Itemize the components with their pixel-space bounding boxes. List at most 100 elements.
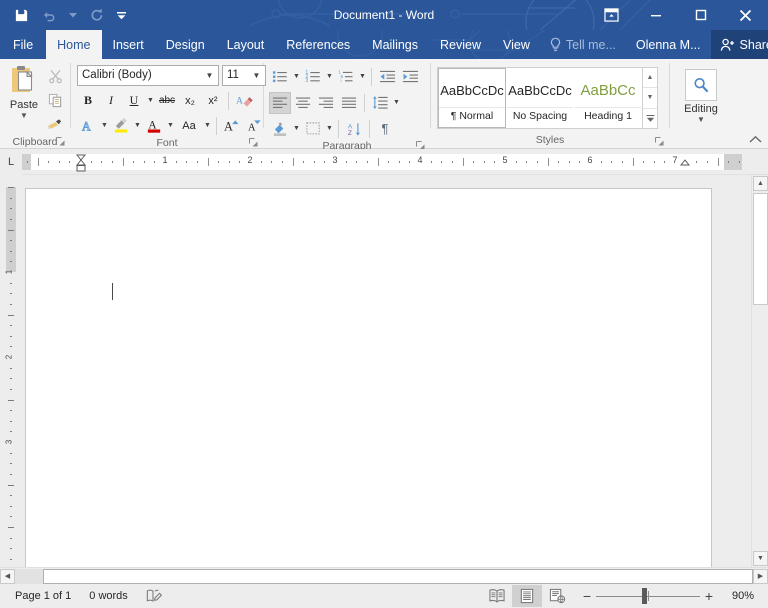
tab-home[interactable]: Home: [46, 30, 102, 59]
bullets-chevron-down-icon[interactable]: ▼: [292, 66, 301, 88]
align-right-icon[interactable]: [315, 92, 337, 114]
tab-file[interactable]: File: [0, 30, 46, 59]
view-read-mode-icon[interactable]: [482, 585, 512, 607]
horizontal-ruler[interactable]: 1 2 3 4 5 6 7: [22, 153, 742, 171]
tab-review[interactable]: Review: [429, 30, 492, 59]
save-icon[interactable]: [8, 3, 34, 27]
justify-icon[interactable]: [338, 92, 360, 114]
horizontal-scrollbar[interactable]: ◀ ▶: [0, 567, 768, 584]
font-color-icon[interactable]: A: [143, 115, 165, 137]
clear-formatting-icon[interactable]: A: [233, 90, 255, 112]
show-formatting-marks-button[interactable]: ¶: [374, 118, 396, 140]
page-indicator[interactable]: Page 1 of 1: [6, 585, 80, 607]
proofing-errors-icon[interactable]: [137, 585, 171, 607]
increase-indent-icon[interactable]: [399, 66, 421, 88]
zoom-out-button[interactable]: −: [578, 588, 596, 604]
zoom-level[interactable]: 90%: [724, 590, 762, 602]
text-effects-chevron-down-icon[interactable]: ▼: [100, 115, 109, 137]
customize-quick-access-toolbar-icon[interactable]: [112, 3, 130, 27]
styles-gallery-scroll[interactable]: ▲ ▼: [642, 68, 657, 128]
font-name-chevron-down-icon[interactable]: ▼: [203, 71, 216, 80]
tell-me-search[interactable]: Tell me...: [541, 30, 626, 59]
tab-references[interactable]: References: [275, 30, 361, 59]
collapse-ribbon-chevron-up-icon[interactable]: [749, 135, 762, 144]
document-page[interactable]: [25, 188, 712, 567]
tab-stop-selector[interactable]: L: [0, 148, 22, 175]
scroll-down-icon[interactable]: ▼: [753, 551, 768, 566]
restore-icon[interactable]: [678, 0, 723, 30]
scroll-up-icon[interactable]: ▲: [753, 176, 768, 191]
vertical-scrollbar-thumb[interactable]: [753, 193, 768, 305]
word-count[interactable]: 0 words: [80, 585, 137, 607]
styles-scroll-up-icon[interactable]: ▲: [643, 68, 657, 89]
copy-icon[interactable]: [44, 90, 66, 111]
styles-gallery[interactable]: AaBbCcDc ¶ Normal AaBbCcDc No Spacing Aa…: [437, 67, 658, 129]
underline-chevron-down-icon[interactable]: ▼: [146, 90, 155, 112]
clipboard-dialog-launcher-icon[interactable]: [56, 137, 65, 146]
bold-button[interactable]: B: [77, 90, 99, 112]
font-size-chevron-down-icon[interactable]: ▼: [250, 71, 263, 80]
sort-icon[interactable]: AZ: [343, 118, 365, 140]
superscript-button[interactable]: x²: [202, 90, 224, 112]
horizontal-scrollbar-track-left[interactable]: [15, 568, 43, 584]
text-effects-icon[interactable]: A: [77, 115, 99, 137]
document-scroll-area[interactable]: [22, 175, 751, 567]
change-case-button[interactable]: Aa: [176, 115, 202, 137]
decrease-indent-icon[interactable]: [376, 66, 398, 88]
paste-button[interactable]: Paste ▼: [4, 63, 44, 120]
tab-layout[interactable]: Layout: [216, 30, 276, 59]
styles-more-icon[interactable]: [643, 109, 657, 128]
line-spacing-chevron-down-icon[interactable]: ▼: [392, 92, 401, 114]
indent-marker-left[interactable]: [76, 154, 86, 176]
shading-chevron-down-icon[interactable]: ▼: [292, 118, 301, 140]
change-case-chevron-down-icon[interactable]: ▼: [203, 115, 212, 137]
tab-insert[interactable]: Insert: [102, 30, 155, 59]
tab-design[interactable]: Design: [155, 30, 216, 59]
editing-button[interactable]: Editing ▼: [674, 67, 728, 124]
center-icon[interactable]: [292, 92, 314, 114]
italic-button[interactable]: I: [100, 90, 122, 112]
font-color-chevron-down-icon[interactable]: ▼: [166, 115, 175, 137]
numbering-icon[interactable]: 123: [302, 66, 324, 88]
scroll-left-icon[interactable]: ◀: [0, 568, 15, 584]
ribbon-display-options-icon[interactable]: [589, 0, 633, 30]
cut-scissors-icon[interactable]: [44, 66, 66, 87]
view-print-layout-icon[interactable]: [512, 585, 542, 607]
view-web-layout-icon[interactable]: [542, 585, 572, 607]
tab-mailings[interactable]: Mailings: [361, 30, 429, 59]
indent-marker-right[interactable]: [679, 158, 690, 171]
style-item-normal[interactable]: AaBbCcDc ¶ Normal: [438, 68, 506, 128]
zoom-slider[interactable]: − +: [572, 585, 724, 607]
subscript-button[interactable]: x₂: [179, 90, 201, 112]
multilevel-list-icon[interactable]: 15i: [335, 66, 357, 88]
style-item-heading-1[interactable]: AaBbCc Heading 1: [574, 68, 642, 128]
paste-dropdown-chevron-down-icon[interactable]: ▼: [20, 112, 28, 120]
vertical-scrollbar[interactable]: ▲ ▼: [751, 175, 768, 567]
borders-icon[interactable]: [302, 118, 324, 140]
zoom-slider-thumb[interactable]: [642, 588, 647, 604]
font-size-combo[interactable]: 11 ▼: [222, 64, 266, 86]
zoom-slider-track[interactable]: [596, 585, 700, 607]
highlight-chevron-down-icon[interactable]: ▼: [133, 115, 142, 137]
shrink-font-icon[interactable]: A: [244, 115, 266, 137]
horizontal-scrollbar-thumb[interactable]: [43, 568, 753, 584]
underline-button[interactable]: U: [123, 90, 145, 112]
strikethrough-button[interactable]: abc: [156, 90, 178, 112]
bullets-icon[interactable]: [269, 66, 291, 88]
shading-icon[interactable]: [269, 118, 291, 140]
editing-chevron-down-icon[interactable]: ▼: [697, 116, 705, 124]
multilevel-chevron-down-icon[interactable]: ▼: [358, 66, 367, 88]
vertical-ruler[interactable]: 1 2 3: [0, 175, 22, 567]
tab-view[interactable]: View: [492, 30, 541, 59]
account-name[interactable]: Olenna M...: [626, 30, 711, 59]
zoom-in-button[interactable]: +: [700, 588, 718, 604]
align-left-icon[interactable]: [269, 91, 291, 114]
scroll-right-icon[interactable]: ▶: [753, 568, 768, 584]
style-item-no-spacing[interactable]: AaBbCcDc No Spacing: [506, 68, 574, 128]
share-button[interactable]: Share: [710, 30, 768, 59]
line-spacing-icon[interactable]: [369, 92, 391, 114]
styles-scroll-down-icon[interactable]: ▼: [643, 88, 657, 109]
minimize-icon[interactable]: [633, 0, 678, 30]
styles-dialog-launcher-icon[interactable]: [655, 137, 664, 146]
borders-chevron-down-icon[interactable]: ▼: [325, 118, 334, 140]
